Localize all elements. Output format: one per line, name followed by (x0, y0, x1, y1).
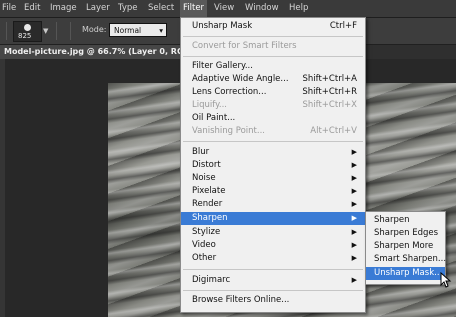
menu-item-label: Blur (192, 147, 210, 157)
menu-item-blur[interactable]: Blur ▶ (181, 146, 365, 159)
mode-label: Mode: (82, 25, 107, 34)
menu-item-noise[interactable]: Noise ▶ (181, 172, 365, 185)
menu-separator (183, 56, 363, 57)
menu-item-label: Unsharp Mask (192, 21, 253, 31)
submenu-item-sharpen-edges[interactable]: Sharpen Edges (366, 227, 445, 240)
menu-item-label: Convert for Smart Filters (192, 41, 297, 51)
menu-item-label: Other (192, 253, 217, 263)
menu-item-stylize[interactable]: Stylize ▶ (181, 226, 365, 239)
brush-tip-icon (24, 24, 31, 31)
menu-type[interactable]: Type (118, 0, 138, 17)
menu-item-label: Liquify... (192, 100, 228, 110)
filter-menu: Unsharp Mask Ctrl+F Convert for Smart Fi… (180, 17, 366, 313)
menu-view[interactable]: View (214, 0, 234, 17)
submenu-item-sharpen[interactable]: Sharpen (366, 214, 445, 227)
menu-item-vanishing-point[interactable]: Vanishing Point... Alt+Ctrl+V (181, 125, 365, 138)
menu-item-label: Lens Correction... (192, 87, 267, 97)
brush-preset-picker[interactable]: 825 (13, 21, 42, 42)
menu-item-label: Stylize (192, 227, 221, 237)
submenu-item-label: Sharpen More (374, 241, 434, 251)
chevron-down-icon: ▾ (159, 26, 163, 35)
menu-item-label: Render (192, 199, 223, 209)
menu-item-label: Pixelate (192, 186, 226, 196)
menu-item-browse-filters-online[interactable]: Browse Filters Online... (181, 294, 365, 307)
submenu-arrow-icon: ▶ (351, 254, 357, 262)
menu-separator (183, 36, 363, 37)
menu-bar: File Edit Image Layer Type Select Filter… (0, 0, 456, 18)
menu-item-label: Digimarc (192, 275, 231, 285)
menu-item-shortcut: Alt+Ctrl+V (310, 126, 357, 136)
menu-separator (183, 290, 363, 291)
menu-item-label: Filter Gallery... (192, 61, 253, 71)
submenu-arrow-icon: ▶ (351, 241, 357, 249)
menu-item-render[interactable]: Render ▶ (181, 198, 365, 211)
menu-file[interactable]: File (2, 0, 16, 17)
submenu-arrow-icon: ▶ (351, 148, 357, 156)
brush-size-value: 825 (18, 32, 32, 40)
submenu-item-label: Unsharp Mask... (374, 268, 443, 278)
menu-separator (183, 141, 363, 142)
menu-item-convert-smart-filters[interactable]: Convert for Smart Filters (181, 40, 365, 53)
menu-item-distort[interactable]: Distort ▶ (181, 159, 365, 172)
mouse-pointer-icon (440, 272, 452, 288)
submenu-arrow-icon: ▶ (351, 174, 357, 182)
separator (70, 22, 71, 40)
submenu-arrow-icon: ▶ (351, 200, 357, 208)
menu-item-video[interactable]: Video ▶ (181, 239, 365, 252)
menu-item-label: Sharpen (192, 213, 228, 223)
submenu-item-label: Smart Sharpen... (374, 254, 447, 264)
menu-item-liquify[interactable]: Liquify... Shift+Ctrl+X (181, 99, 365, 112)
menu-select[interactable]: Select (148, 0, 174, 17)
menu-item-sharpen[interactable]: Sharpen ▶ (181, 212, 365, 225)
sharpen-submenu: Sharpen Sharpen Edges Sharpen More Smart… (365, 211, 446, 285)
menu-item-label: Vanishing Point... (192, 126, 265, 136)
mode-value: Normal (114, 26, 142, 35)
menu-help[interactable]: Help (289, 0, 308, 17)
submenu-arrow-icon: ▶ (351, 161, 357, 169)
menu-item-label: Oil Paint... (192, 113, 236, 123)
submenu-arrow-icon: ▶ (351, 228, 357, 236)
menu-item-other[interactable]: Other ▶ (181, 252, 365, 265)
menu-item-digimarc[interactable]: Digimarc ▶ (181, 274, 365, 287)
menu-item-label: Noise (192, 173, 216, 183)
menu-item-filter-gallery[interactable]: Filter Gallery... (181, 60, 365, 73)
submenu-item-unsharp-mask[interactable]: Unsharp Mask... (366, 267, 445, 280)
submenu-item-sharpen-more[interactable]: Sharpen More (366, 240, 445, 253)
submenu-arrow-icon: ▶ (351, 214, 357, 222)
menu-item-shortcut: Shift+Ctrl+R (302, 87, 357, 97)
menu-item-last-filter[interactable]: Unsharp Mask Ctrl+F (181, 20, 365, 33)
menu-item-label: Adaptive Wide Angle... (192, 74, 289, 84)
submenu-item-smart-sharpen[interactable]: Smart Sharpen... (366, 253, 447, 266)
menu-item-label: Browse Filters Online... (192, 295, 290, 305)
menu-item-pixelate[interactable]: Pixelate ▶ (181, 185, 365, 198)
menu-item-shortcut: Shift+Ctrl+A (302, 74, 357, 84)
chevron-down-icon[interactable]: ▼ (43, 27, 48, 35)
separator (56, 22, 57, 40)
menu-item-adaptive-wide-angle[interactable]: Adaptive Wide Angle... Shift+Ctrl+A (181, 73, 365, 86)
menu-item-lens-correction[interactable]: Lens Correction... Shift+Ctrl+R (181, 86, 365, 99)
menu-item-label: Distort (192, 160, 221, 170)
separator (6, 22, 7, 40)
menu-window[interactable]: Window (245, 0, 279, 17)
menu-item-shortcut: Ctrl+F (329, 21, 357, 31)
menu-item-label: Video (192, 240, 216, 250)
menu-item-shortcut: Shift+Ctrl+X (302, 100, 357, 110)
submenu-item-label: Sharpen (374, 215, 410, 225)
menu-edit[interactable]: Edit (24, 0, 40, 17)
menu-item-oil-paint[interactable]: Oil Paint... (181, 112, 365, 125)
menu-filter[interactable]: Filter (180, 0, 208, 17)
menu-layer[interactable]: Layer (86, 0, 110, 17)
submenu-arrow-icon: ▶ (351, 276, 357, 284)
submenu-arrow-icon: ▶ (351, 187, 357, 195)
menu-image[interactable]: Image (50, 0, 77, 17)
menu-separator (183, 269, 363, 270)
submenu-item-label: Sharpen Edges (374, 228, 439, 238)
mode-select[interactable]: Normal ▾ (109, 23, 167, 37)
